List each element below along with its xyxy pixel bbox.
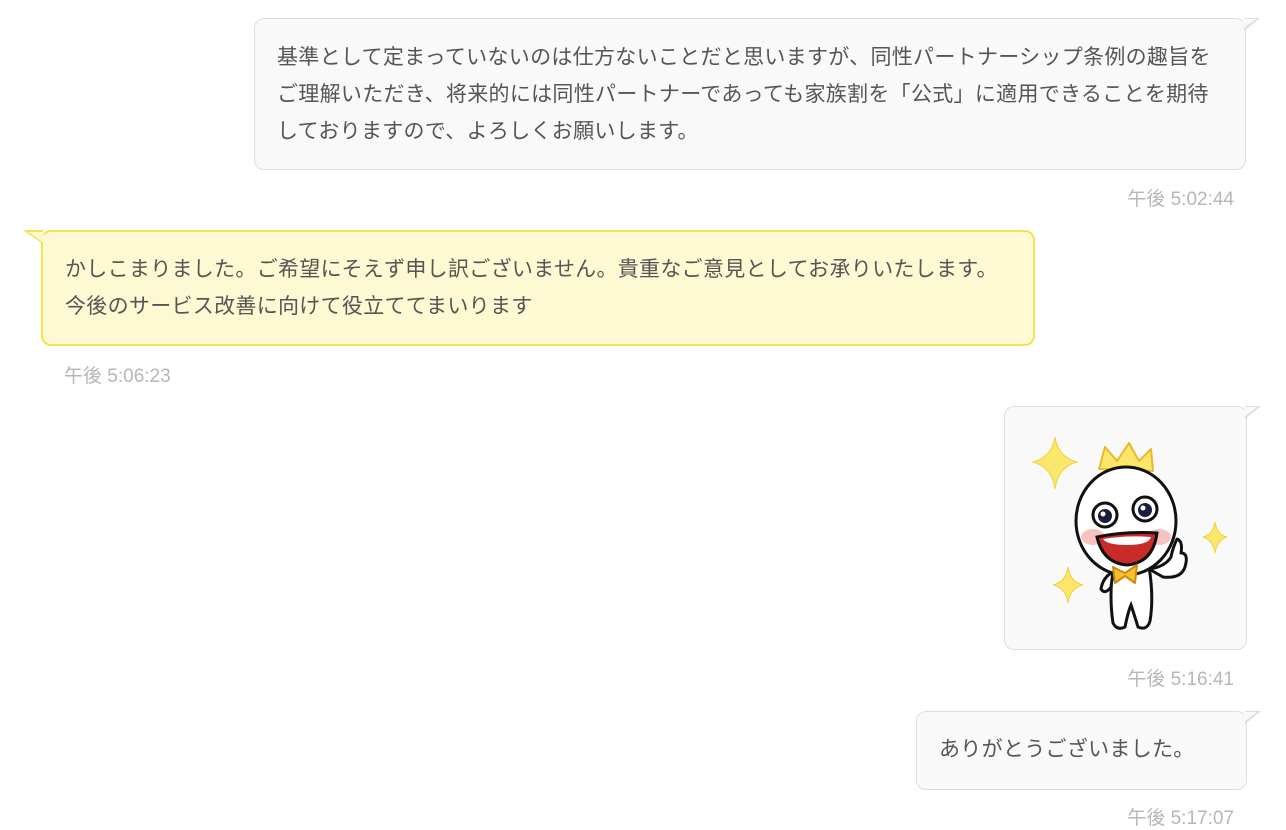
- message-timestamp: 午後 5:06:23: [64, 366, 171, 387]
- sparkle-icon: [1052, 566, 1084, 604]
- message-timestamp: 午後 5:16:41: [1127, 669, 1234, 690]
- message-bubble-incoming[interactable]: かしこまりました。ご希望にそえず申し訳ございません。貴重なご意見としてお承りいた…: [23, 230, 1035, 346]
- sparkle-icon: [1031, 436, 1079, 490]
- sparkle-icon: [1202, 521, 1228, 554]
- message-text: ありがとうございました。: [939, 737, 1195, 761]
- message-timestamp: 午後 5:02:44: [1127, 189, 1234, 210]
- thumbs-up-crown-character-sticker: [1031, 436, 1228, 630]
- message-text: かしこまりました。ご希望にそえず申し訳ございません。貴重なご意見としてお承りいた…: [65, 257, 998, 318]
- message-timestamp: 午後 5:17:07: [1127, 808, 1234, 829]
- message-bubble-outgoing[interactable]: ありがとうございました。: [916, 710, 1261, 790]
- message-text: 基準として定まっていないのは仕方ないことだと思いますが、同性パートナーシップ条例…: [277, 45, 1211, 143]
- sticker-bubble-outgoing[interactable]: [1004, 405, 1261, 650]
- message-bubble-outgoing[interactable]: 基準として定まっていないのは仕方ないことだと思いますが、同性パートナーシップ条例…: [254, 17, 1260, 170]
